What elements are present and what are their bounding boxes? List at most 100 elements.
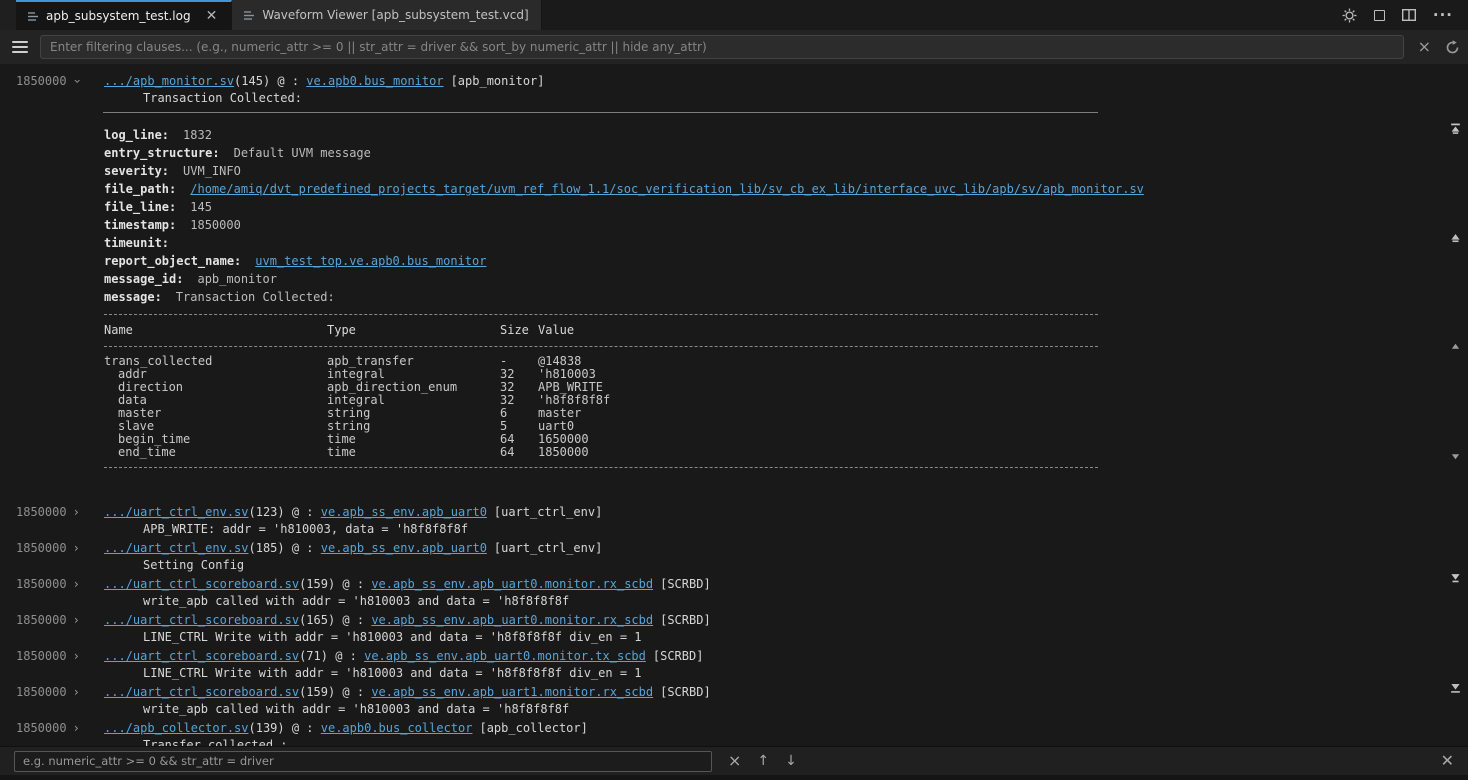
- more-actions-icon[interactable]: ···: [1433, 6, 1453, 24]
- next-match-icon[interactable]: ↓: [785, 753, 797, 769]
- cell-name: end_time: [104, 446, 327, 459]
- previous-match-icon[interactable]: ↑: [757, 753, 769, 769]
- scroll-to-top-button[interactable]: [1448, 122, 1462, 136]
- file-link[interactable]: .../uart_ctrl_env.sv: [104, 505, 249, 519]
- file-link[interactable]: .../apb_collector.sv: [104, 721, 249, 735]
- detail-value[interactable]: /home/amiq/dvt_predefined_projects_targe…: [190, 182, 1144, 196]
- file-line-number: (165): [299, 613, 335, 627]
- menu-icon[interactable]: [12, 41, 28, 53]
- filter-input[interactable]: [40, 35, 1404, 59]
- object-link[interactable]: ve.apb_ss_env.apb_uart1.monitor.rx_scbd: [371, 685, 653, 699]
- chevron-right-icon[interactable]: ›: [73, 684, 80, 701]
- chevron-right-icon[interactable]: ›: [73, 648, 80, 665]
- entry-timestamp: 1850000: [16, 720, 67, 737]
- detail-row: message: Transaction Collected:: [104, 288, 1098, 306]
- next-marker-button[interactable]: [1448, 571, 1462, 585]
- scroll-up-arrow[interactable]: [1448, 339, 1462, 353]
- table-rows: trans_collected apb_transfer - @14838 ad…: [104, 355, 1098, 459]
- object-link[interactable]: ve.apb_ss_env.apb_uart0: [321, 541, 487, 555]
- detail-rows: log_line:1832 entry_structure:Default UV…: [104, 126, 1098, 306]
- entry-gutter: 1850000 ›: [0, 612, 104, 646]
- object-link[interactable]: ve.apb_ss_env.apb_uart0.monitor.rx_scbd: [371, 577, 653, 591]
- cell-value: 'h8f8f8f8f: [538, 394, 1098, 407]
- scroll-down-arrow[interactable]: [1448, 449, 1462, 463]
- detail-row: timeunit:: [104, 234, 1098, 252]
- entry-timestamp: 1850000: [16, 648, 67, 665]
- scroll-to-bottom-button[interactable]: [1448, 681, 1462, 695]
- log-entry-expanded: 1850000 › .../apb_monitor.sv(145) @ : ve…: [0, 73, 1468, 480]
- file-link[interactable]: .../uart_ctrl_env.sv: [104, 541, 249, 555]
- search-input[interactable]: [14, 751, 712, 772]
- tabbar-empty-space: [542, 0, 1327, 30]
- detail-value[interactable]: uvm_test_top.ve.apb0.bus_monitor: [255, 254, 486, 268]
- detail-key: file_path:: [104, 182, 176, 196]
- chevron-right-icon[interactable]: ›: [73, 720, 80, 737]
- detail-key: timeunit:: [104, 236, 169, 250]
- refresh-icon[interactable]: [1445, 40, 1460, 55]
- entry-timestamp: 1850000: [16, 540, 67, 557]
- file-line-number: (139): [249, 721, 285, 735]
- entry-tag: [SCRBD]: [660, 613, 711, 627]
- entry-header: .../uart_ctrl_scoreboard.sv(159) @ : ve.…: [104, 684, 1468, 701]
- col-size: Size: [500, 323, 538, 338]
- detail-row: report_object_name: uvm_test_top.ve.apb0.…: [104, 252, 1098, 270]
- file-link[interactable]: .../apb_monitor.sv: [104, 74, 234, 88]
- clear-filter-icon[interactable]: ×: [1418, 39, 1431, 55]
- tab-label: Waveform Viewer [apb_subsystem_test.vcd]: [262, 8, 528, 22]
- table-row: master string 6 master: [104, 407, 1098, 420]
- chevron-down-icon[interactable]: ›: [68, 78, 85, 85]
- log-entry: 1850000 › .../apb_collector.sv(139) @ : …: [0, 720, 1468, 746]
- detail-key: file_line:: [104, 200, 176, 214]
- tab-close-icon[interactable]: ✕: [204, 9, 220, 23]
- col-type: Type: [327, 323, 500, 338]
- cell-value: 'h810003: [538, 368, 1098, 381]
- maximize-icon[interactable]: [1374, 10, 1385, 21]
- search-bar: × ↑ ↓ ✕: [0, 746, 1468, 775]
- chevron-right-icon[interactable]: ›: [73, 612, 80, 629]
- details-panel: log_line:1832 entry_structure:Default UV…: [103, 112, 1098, 480]
- settings-gear-icon[interactable]: [1342, 8, 1357, 23]
- chevron-right-icon[interactable]: ›: [73, 504, 80, 521]
- detail-key: message:: [104, 290, 162, 304]
- file-link[interactable]: .../uart_ctrl_scoreboard.sv: [104, 649, 299, 663]
- detail-row: log_line:1832: [104, 126, 1098, 144]
- object-link[interactable]: ve.apb_ss_env.apb_uart0.monitor.tx_scbd: [364, 649, 646, 663]
- entry-tag: [SCRBD]: [653, 649, 704, 663]
- table-row: data integral 32 'h8f8f8f8f: [104, 394, 1098, 407]
- entry-message: LINE_CTRL Write with addr = 'h810003 and…: [104, 665, 1468, 682]
- close-search-icon[interactable]: ✕: [1441, 753, 1454, 769]
- object-link[interactable]: ve.apb0.bus_monitor: [306, 74, 443, 88]
- object-link[interactable]: ve.apb_ss_env.apb_uart0: [321, 505, 487, 519]
- tab-waveform-viewer[interactable]: Waveform Viewer [apb_subsystem_test.vcd]: [232, 0, 541, 30]
- tabbar-spacer: [0, 0, 16, 30]
- cell-size: 64: [500, 446, 538, 459]
- bottom-strip: [0, 775, 1468, 780]
- entry-header: .../apb_collector.sv(139) @ : ve.apb0.bu…: [104, 720, 1468, 737]
- entry-message: Transaction Collected:: [104, 90, 1468, 107]
- previous-marker-button[interactable]: [1448, 231, 1462, 245]
- table-row: begin_time time 64 1650000: [104, 433, 1098, 446]
- file-link[interactable]: .../uart_ctrl_scoreboard.sv: [104, 685, 299, 699]
- file-link[interactable]: .../uart_ctrl_scoreboard.sv: [104, 577, 299, 591]
- entry-timestamp: 1850000: [16, 684, 67, 701]
- log-entry: 1850000 › .../uart_ctrl_scoreboard.sv(15…: [0, 684, 1468, 718]
- object-link[interactable]: ve.apb_ss_env.apb_uart0.monitor.rx_scbd: [371, 613, 653, 627]
- col-value: Value: [538, 323, 1098, 338]
- detail-row: message_id:apb_monitor: [104, 270, 1098, 288]
- entry-header: .../uart_ctrl_scoreboard.sv(159) @ : ve.…: [104, 576, 1468, 593]
- entry-gutter: 1850000 ›: [0, 720, 104, 746]
- clear-search-icon[interactable]: ×: [728, 753, 741, 769]
- tab-log-file[interactable]: apb_subsystem_test.log ✕: [16, 0, 232, 30]
- at-separator: @ :: [335, 577, 371, 591]
- chevron-right-icon[interactable]: ›: [73, 576, 80, 593]
- at-separator: @ :: [335, 685, 371, 699]
- detail-value: Transaction Collected:: [176, 290, 335, 304]
- file-line-number: (145): [234, 74, 270, 88]
- object-link[interactable]: ve.apb0.bus_collector: [321, 721, 473, 735]
- split-editor-icon[interactable]: [1402, 9, 1416, 21]
- chevron-right-icon[interactable]: ›: [73, 540, 80, 557]
- entry-timestamp: 1850000: [16, 612, 67, 629]
- file-link[interactable]: .../uart_ctrl_scoreboard.sv: [104, 613, 299, 627]
- detail-value: 1850000: [190, 218, 241, 232]
- detail-key: report_object_name:: [104, 254, 241, 268]
